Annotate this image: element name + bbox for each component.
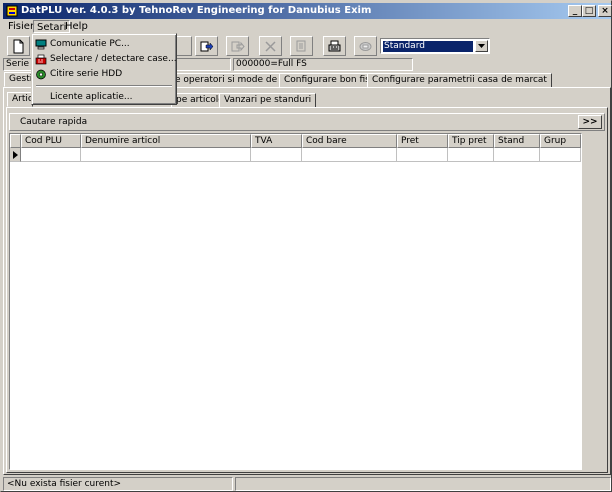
column-header[interactable]: Stand: [494, 134, 540, 148]
menu-item-selectare-case[interactable]: Selectare / detectare case...: [34, 53, 177, 66]
menu-item-label: Selectare / detectare case...: [50, 54, 177, 64]
register-icon: [35, 54, 47, 65]
menu-item-comunicatie-pc[interactable]: Comunicatie PC...: [34, 38, 174, 51]
status-bar: <Nu exista fisier curent>: [3, 477, 611, 491]
cash-register-icon: [328, 40, 341, 52]
window-title: DatPLU ver. 4.0.3 by TehnoRev Engineerin…: [21, 5, 372, 16]
import-button[interactable]: [226, 36, 249, 56]
new-file-icon: [13, 39, 24, 54]
export-button[interactable]: [195, 36, 218, 56]
menu-item-label: Citire serie HDD: [50, 69, 123, 79]
table-cell[interactable]: [448, 148, 494, 162]
articles-grid[interactable]: Cod PLU Denumire articol TVA Cod bare Pr…: [9, 133, 582, 470]
column-header[interactable]: Cod PLU: [21, 134, 81, 148]
delete-icon: [265, 41, 276, 52]
profile-select-value: Standard: [383, 41, 473, 52]
table-cell[interactable]: [540, 148, 581, 162]
copy-icon: [296, 40, 306, 52]
new-file-button[interactable]: [7, 36, 30, 56]
menu-item-label: Licente aplicatie...: [50, 92, 133, 102]
minimize-button[interactable]: _: [568, 5, 582, 17]
column-header[interactable]: Denumire articol: [81, 134, 251, 148]
column-header[interactable]: Pret: [397, 134, 448, 148]
table-cell[interactable]: [251, 148, 302, 162]
profile-select[interactable]: Standard: [380, 38, 490, 54]
table-cell[interactable]: [494, 148, 540, 162]
menu-item-label: Comunicatie PC...: [50, 39, 130, 49]
maximize-button[interactable]: □: [582, 5, 596, 17]
menu-help[interactable]: Help: [62, 20, 91, 33]
import-icon: [231, 41, 245, 52]
table-cell[interactable]: [81, 148, 251, 162]
main-window: DatPLU ver. 4.0.3 by TehnoRev Engineerin…: [0, 0, 612, 492]
disk-button[interactable]: [354, 36, 377, 56]
register-button[interactable]: [323, 36, 346, 56]
column-header[interactable]: TVA: [251, 134, 302, 148]
fs-value: 000000=Full FS: [236, 59, 307, 69]
table-cell[interactable]: [397, 148, 448, 162]
fs-panel: 000000=Full FS: [233, 58, 413, 71]
table-cell[interactable]: [21, 148, 81, 162]
tab-vanzari-standuri[interactable]: Vanzari pe standuri: [219, 93, 317, 108]
search-bar: Cautare rapida >>: [9, 113, 605, 131]
menu-item-licente[interactable]: Licente aplicatie...: [34, 91, 174, 104]
menu-separator: [36, 85, 172, 87]
disk-icon: [36, 69, 46, 80]
export-icon: [200, 41, 214, 52]
disk-drive-icon: [359, 42, 372, 51]
status-panel-secondary: [235, 477, 611, 491]
tab-articole[interactable]: Artico: [7, 92, 38, 107]
status-text: <Nu exista fisier curent>: [3, 477, 233, 491]
title-bar: DatPLU ver. 4.0.3 by TehnoRev Engineerin…: [3, 3, 612, 19]
column-header[interactable]: Grup: [540, 134, 581, 148]
expand-search-button[interactable]: >>: [578, 115, 602, 129]
grid-indicator-header: [10, 134, 21, 148]
tab-parametrii-casa[interactable]: Configurare parametrii casa de marcat: [367, 73, 552, 88]
column-header[interactable]: Tip pret: [448, 134, 494, 148]
row-indicator[interactable]: [10, 148, 21, 162]
delete-button[interactable]: [259, 36, 282, 56]
current-row-icon: [13, 151, 18, 159]
copy-button[interactable]: [290, 36, 313, 56]
column-header[interactable]: Cod bare: [302, 134, 397, 148]
search-label: Cautare rapida: [20, 117, 88, 127]
chevron-down-icon[interactable]: [475, 40, 488, 52]
menu-bar: Fisier Setari Help: [3, 19, 611, 34]
table-cell[interactable]: [302, 148, 397, 162]
settings-dropdown: Comunicatie PC... Selectare / detectare …: [31, 33, 177, 105]
close-button[interactable]: ×: [598, 5, 612, 17]
app-icon: [6, 5, 18, 17]
computer-icon: [35, 39, 47, 50]
menu-item-citire-serie-hdd[interactable]: Citire serie HDD: [34, 68, 174, 81]
